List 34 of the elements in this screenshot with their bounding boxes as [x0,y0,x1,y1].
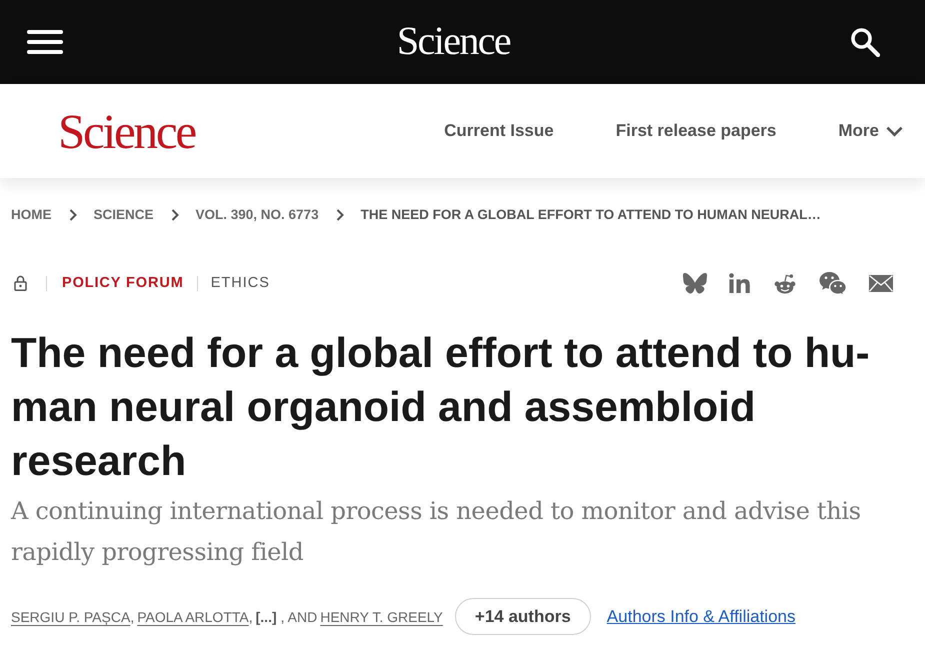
nav-dropdown[interactable]: More [838,121,903,141]
chevron-icon [336,209,344,221]
article-subtitle: A continuing international process is needed to monitor and advise this rapidly progressing field [11,496,862,568]
author-separator: , [130,608,134,624]
alien-icon[interactable] [773,272,797,294]
in-letters-icon[interactable] [729,273,751,293]
caret-icon [886,126,903,136]
site-logo[interactable]: Science [58,106,195,156]
topic-link[interactable]: ETHICS [210,275,270,291]
chat-bubbles-icon[interactable] [819,271,847,295]
mail-icon[interactable] [869,274,893,292]
lock-icon [14,275,27,291]
more-authors-button[interactable]: +14 authors [454,598,591,635]
breadcrumb-link[interactable]: SCIENCE [94,206,154,224]
author-separator: , [248,608,253,626]
site-logo[interactable]: Science [396,21,510,63]
chevron-icon [68,209,76,221]
butterfly-icon[interactable] [683,272,707,294]
author-separator: , AND [280,608,318,626]
menu-icon[interactable] [27,30,63,54]
breadcrumb-link[interactable]: VOL. 390, NO. 6773 [196,206,319,224]
chevron-icon [170,209,179,221]
search-icon[interactable] [850,27,880,57]
nav-link[interactable]: First release papers [616,121,776,141]
affiliations-link[interactable]: Authors Info & Affiliations [606,606,796,626]
breadcrumb-link[interactable]: HOME [11,206,52,224]
article-title: The need for a global effort to attend to hu-man neural organoid and assembloid research [11,328,871,486]
breadcrumb-link[interactable]: THE NEED FOR A GLOBAL EFFORT TO ATTEND TO HUMAN NEURAL… [360,206,821,224]
author-link[interactable]: PAOLA ARLOTTA [137,606,249,626]
author-link[interactable]: SERGIU P. PAȘCA [11,606,130,626]
author-link[interactable]: HENRY T. GREELY [320,606,443,626]
nav-link[interactable]: Current Issue [444,121,554,141]
section-link[interactable]: POLICY FORUM [62,275,184,291]
expand-authors-link[interactable]: [...] [256,606,277,626]
